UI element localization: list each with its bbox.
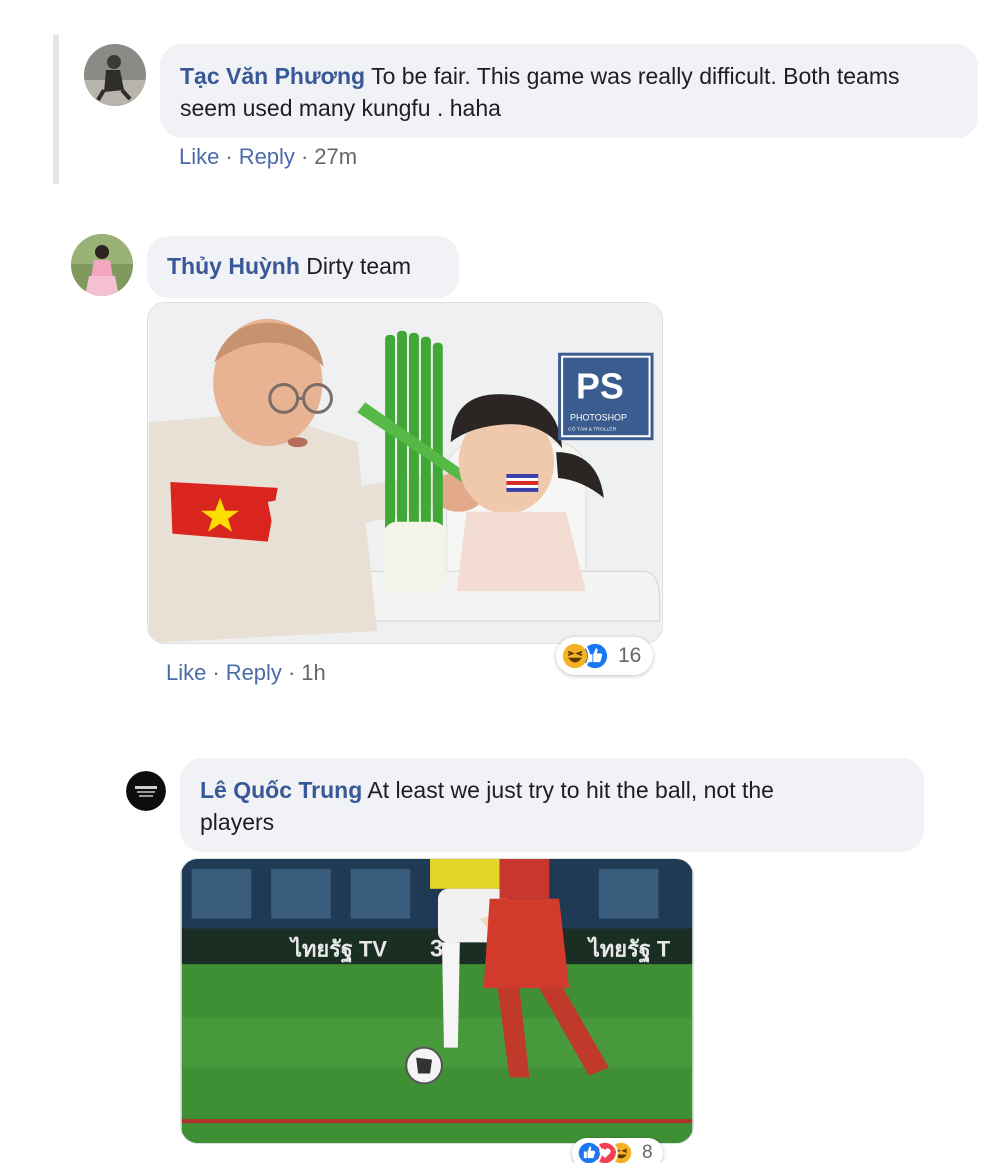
separator-dot: · [225, 144, 233, 169]
comment-text: Dirty team [306, 253, 412, 279]
avatar[interactable] [71, 234, 133, 296]
separator-dot: · [300, 144, 309, 169]
comment-timestamp[interactable]: 1h [301, 660, 325, 685]
reaction-summary[interactable]: 8 [572, 1138, 663, 1163]
haha-icon [560, 641, 590, 671]
reaction-count: 16 [618, 644, 642, 667]
comment-actions: Like · Reply · 27m [179, 144, 357, 170]
avatar-logo [126, 771, 166, 811]
reply-thread-line [53, 34, 59, 184]
like-link[interactable]: Like [179, 144, 219, 169]
ad-banner-text: ไทยรัฐ TV [288, 936, 387, 963]
watermark-ps: PS [576, 366, 624, 406]
football-image: ไทยรัฐ TV 32 ไทยรัฐ T [181, 859, 693, 1143]
comment-actions: Like · Reply · 1h [166, 660, 326, 686]
reaction-summary[interactable]: 16 [556, 637, 654, 675]
comment-timestamp[interactable]: 27m [314, 144, 357, 169]
avatar-photo [84, 44, 146, 106]
ad-banner-text-right: ไทยรัฐ T [586, 936, 671, 963]
avatar-photo [71, 234, 133, 296]
reply-link[interactable]: Reply [226, 660, 282, 685]
avatar[interactable] [126, 771, 166, 811]
avatar[interactable] [84, 44, 146, 106]
comment-photo[interactable]: ไทยรัฐ TV 32 ไทยรัฐ T [180, 858, 694, 1144]
comment-text-line-2: players [200, 809, 275, 835]
like-icon [576, 1140, 602, 1163]
comment-photo[interactable]: PS PHOTOSHOP CÓ TÂM & TROLLER [147, 302, 663, 644]
comment-author[interactable]: Tạc Văn Phương [180, 63, 365, 89]
comment-bubble: Tạc Văn Phương To be fair. This game was… [160, 44, 978, 138]
comment-bubble: Lê Quốc Trung At least we just try to hi… [180, 758, 924, 852]
comment-bubble: Thủy Huỳnh Dirty team [147, 236, 459, 298]
separator-dot: · [212, 660, 220, 685]
like-link[interactable]: Like [166, 660, 206, 685]
separator-dot: · [287, 660, 296, 685]
reply-link[interactable]: Reply [239, 144, 295, 169]
watermark-tagline: CÓ TÂM & TROLLER [568, 425, 617, 432]
watermark-photoshop: PHOTOSHOP [570, 412, 627, 422]
comment-author[interactable]: Lê Quốc Trung [200, 777, 362, 803]
reaction-count: 8 [642, 1142, 653, 1163]
comment-author[interactable]: Thủy Huỳnh [167, 253, 300, 279]
comment-text-line-1: At least we just try to hit the ball, no… [367, 777, 774, 803]
meme-image: PS PHOTOSHOP CÓ TÂM & TROLLER [148, 303, 662, 643]
